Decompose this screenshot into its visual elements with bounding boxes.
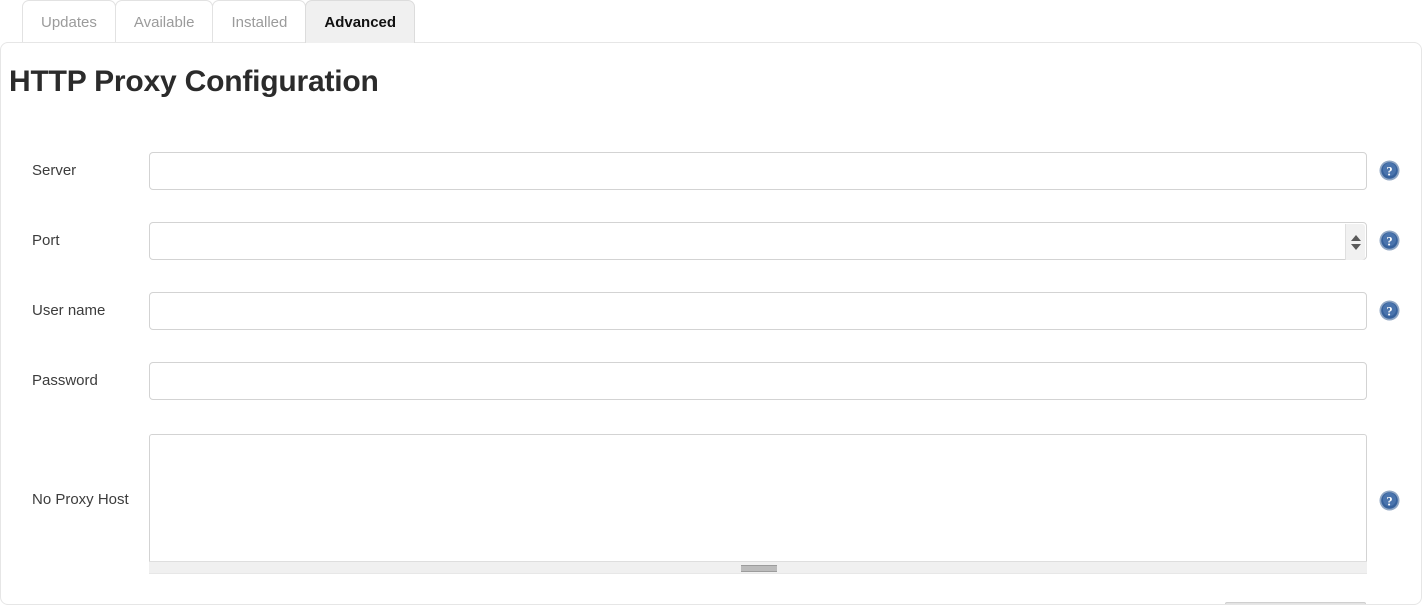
- spinner-down-arrow-icon[interactable]: [1350, 243, 1361, 250]
- form-row-no-proxy-host: No Proxy Host ?: [1, 428, 1421, 572]
- svg-text:?: ?: [1386, 164, 1392, 178]
- tab-installed-label: Installed: [231, 13, 288, 31]
- tab-available[interactable]: Available: [114, 0, 214, 43]
- help-icon-username[interactable]: ?: [1379, 300, 1400, 321]
- page-title: HTTP Proxy Configuration: [9, 65, 379, 98]
- spinner-up-arrow-icon[interactable]: [1350, 234, 1361, 241]
- label-username: User name: [32, 302, 106, 319]
- label-server: Server: [32, 162, 77, 179]
- tab-updates[interactable]: Updates: [22, 0, 116, 43]
- server-input[interactable]: [149, 152, 1367, 190]
- form-row-port: Port ?: [1, 218, 1421, 264]
- no-proxy-host-textarea[interactable]: [150, 435, 1366, 568]
- label-no-proxy-host: No Proxy Host: [32, 491, 129, 508]
- port-field-wrapper: [149, 222, 1367, 260]
- advanced-tab-panel: HTTP Proxy Configuration Server ? Port ?…: [0, 42, 1422, 605]
- no-proxy-host-wrapper: [149, 434, 1367, 572]
- horizontal-scrollbar-thumb[interactable]: [741, 565, 777, 572]
- help-icon-port[interactable]: ?: [1379, 230, 1400, 251]
- label-port: Port: [32, 232, 60, 249]
- form-row-username: User name ?: [1, 288, 1421, 334]
- proxy-configuration-screen: Updates Available Installed Advanced HTT…: [0, 0, 1422, 605]
- port-spinner[interactable]: [1345, 224, 1365, 260]
- tab-advanced-label: Advanced: [324, 13, 397, 31]
- password-input[interactable]: [149, 362, 1367, 400]
- svg-text:?: ?: [1386, 234, 1392, 248]
- help-icon-server[interactable]: ?: [1379, 160, 1400, 181]
- tab-installed[interactable]: Installed: [212, 0, 307, 43]
- port-input[interactable]: [150, 223, 1346, 259]
- tab-updates-label: Updates: [41, 13, 97, 31]
- form-row-server: Server ?: [1, 148, 1421, 194]
- form-row-password: Password: [1, 358, 1421, 404]
- svg-text:?: ?: [1386, 304, 1392, 318]
- label-password: Password: [32, 372, 98, 389]
- horizontal-scrollbar[interactable]: [149, 561, 1367, 574]
- help-icon-no-proxy-host[interactable]: ?: [1379, 490, 1400, 511]
- username-input[interactable]: [149, 292, 1367, 330]
- tab-advanced[interactable]: Advanced: [305, 0, 416, 43]
- tab-available-label: Available: [133, 13, 195, 31]
- svg-text:?: ?: [1386, 494, 1392, 508]
- tab-bar: Updates Available Installed Advanced: [0, 0, 1422, 43]
